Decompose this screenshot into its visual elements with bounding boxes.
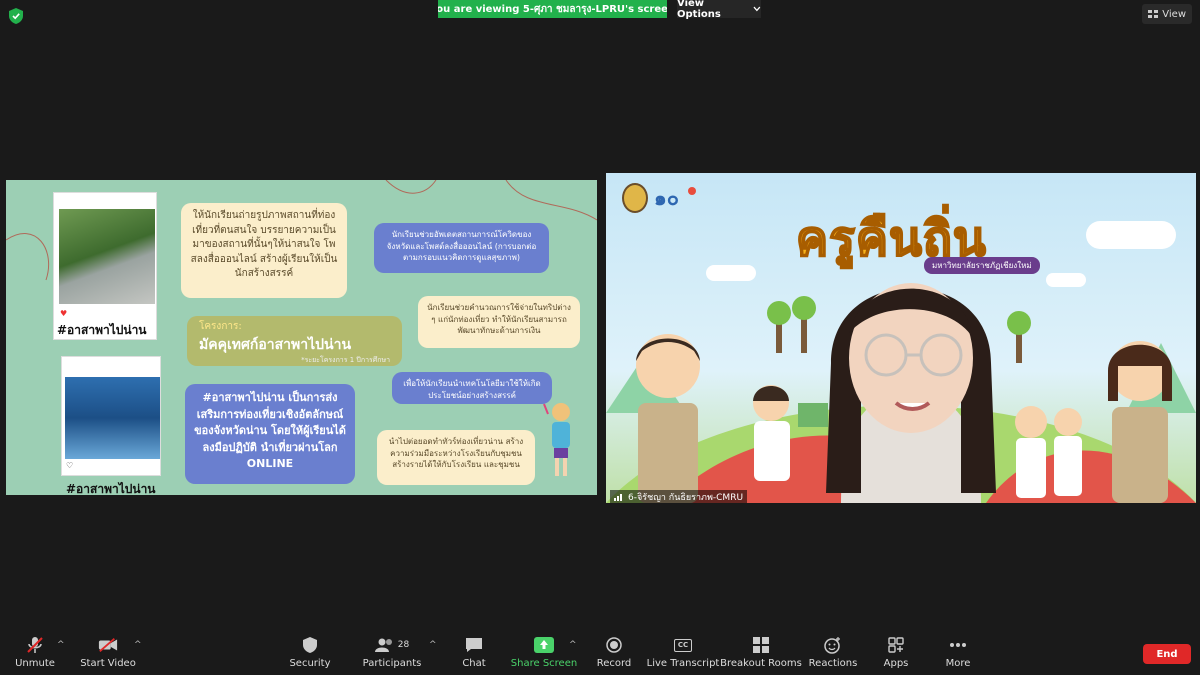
participant-video-tile[interactable]: ๑๐ ครูคืนถิ่น มหาวิทยาลัยราชภัฏเชียงใหม่ bbox=[606, 173, 1196, 503]
end-label: End bbox=[1156, 648, 1178, 660]
cloud-shape bbox=[706, 265, 756, 281]
polaroid-photo-top: ♥ #อาสาพาไปน่าน bbox=[53, 192, 157, 340]
cartoon-teacher-female-icon bbox=[1108, 341, 1172, 503]
record-label: Record bbox=[596, 658, 632, 669]
participant-name: 6-จิรัชญา กันธิยราภพ-CMRU bbox=[628, 492, 744, 503]
end-meeting-button[interactable]: End bbox=[1143, 644, 1191, 664]
project-duration: *ระยะโครงการ 1 ปีการศึกษา bbox=[301, 355, 390, 364]
intro-box: ให้นักเรียนถ่ายรูปภาพสถานที่ท่องเที่ยวที… bbox=[181, 203, 347, 298]
view-options-button[interactable]: View Options bbox=[677, 0, 761, 20]
heart-outline-icon: ♡ bbox=[66, 461, 74, 470]
microphone-muted-icon bbox=[27, 637, 43, 653]
video-camera-off-icon bbox=[98, 637, 118, 653]
security-label: Security bbox=[289, 658, 331, 669]
share-screen-arrow-icon bbox=[534, 637, 554, 653]
live-transcript-label: Live Transcript bbox=[646, 658, 720, 669]
start-video-label: Start Video bbox=[80, 658, 136, 669]
signal-strength-icon bbox=[614, 493, 622, 501]
participant-name-tag: 6-จิรัชญา กันธิยราภพ-CMRU bbox=[610, 490, 748, 503]
blue-room-photo bbox=[65, 377, 160, 459]
participants-count: 28 bbox=[397, 640, 410, 650]
polaroid-top-caption: #อาสาพาไปน่าน bbox=[57, 323, 147, 337]
security-shield-icon bbox=[303, 637, 317, 653]
unmute-label: Unmute bbox=[15, 658, 55, 669]
heart-icon: ♥ bbox=[60, 309, 68, 318]
apps-icon bbox=[888, 637, 904, 653]
tour-box: นำไปต่อยอดทำทัวร์ท่องเที่ยวน่าน สร้างควา… bbox=[377, 430, 535, 485]
cartoon-students-right-icon bbox=[1015, 406, 1082, 498]
record-icon bbox=[606, 637, 622, 653]
project-box: โครงการ: มัคคุเทศก์อาสาพาไปน่าน *ระยะโคร… bbox=[187, 316, 402, 366]
project-label: โครงการ: bbox=[199, 321, 242, 332]
security-button[interactable]: Security bbox=[265, 636, 355, 669]
more-dots-icon bbox=[950, 643, 966, 647]
polaroid-bottom-caption: #อาสาพาไปน่าน bbox=[66, 482, 156, 495]
zoom-meeting-window: You are viewing 5-ศุภา ชมลารุง-LPRU's sc… bbox=[0, 0, 1200, 675]
more-button[interactable]: More bbox=[913, 636, 1003, 669]
view-label: View bbox=[1162, 8, 1186, 20]
cartoon-teacher-male-icon bbox=[636, 334, 700, 503]
chat-label: Chat bbox=[462, 658, 486, 669]
meeting-toolbar: Unmute ^ Start Video ^ Security 28 Parti… bbox=[0, 630, 1200, 675]
girl-illustration-icon bbox=[543, 403, 570, 476]
breakout-rooms-grid-icon bbox=[753, 637, 769, 653]
cloud-shape bbox=[1086, 221, 1176, 249]
university-seal-icon bbox=[622, 183, 648, 213]
more-label: More bbox=[945, 658, 971, 669]
shared-screen[interactable]: ♥ #อาสาพาไปน่าน ♡ #อาสาพาไปน่าน ให้นักเร… bbox=[6, 180, 597, 495]
smiley-plus-icon bbox=[824, 637, 840, 654]
apps-label: Apps bbox=[883, 658, 909, 669]
encryption-shield-icon[interactable] bbox=[9, 8, 23, 24]
viewing-screen-text: You are viewing 5-ศุภา ชมลารุง-LPRU's sc… bbox=[438, 3, 667, 15]
covid-update-box: นักเรียนช่วยอัพเดตสถานการณ์โควิดของจังหว… bbox=[374, 223, 549, 273]
cartoon-students-icon bbox=[753, 385, 828, 481]
participants-label: Participants bbox=[362, 658, 422, 669]
chevron-down-icon bbox=[753, 6, 761, 12]
road-photo bbox=[59, 209, 155, 304]
technology-box: เพื่อให้นักเรียนนำเทคโนโลยีมาใช้ให้เกิดป… bbox=[392, 372, 552, 404]
live-transcript-button[interactable]: CC Live Transcript bbox=[638, 636, 728, 669]
participants-button[interactable]: 28 Participants bbox=[347, 636, 437, 669]
closed-caption-icon: CC bbox=[674, 638, 692, 652]
share-screen-label: Share Screen bbox=[510, 658, 578, 669]
svg-text:๑๐: ๑๐ bbox=[654, 186, 679, 210]
polaroid-photo-bottom: ♡ bbox=[61, 356, 161, 476]
project-title: มัคคุเทศก์อาสาพาไปน่าน bbox=[199, 336, 352, 353]
chat-bubble-icon bbox=[466, 638, 482, 652]
hashtag-box: #อาสาพาไปน่าน เป็นการส่งเสริมการท่องเที่… bbox=[185, 384, 355, 484]
cloud-shape bbox=[1046, 273, 1086, 287]
budget-box: นักเรียนช่วยคำนวณการใช้จ่ายในทริปต่าง ๆ … bbox=[418, 296, 580, 348]
view-options-label: View Options bbox=[677, 0, 721, 20]
viewing-screen-banner: You are viewing 5-ศุภา ชมลารุง-LPRU's sc… bbox=[438, 0, 667, 18]
participants-icon bbox=[374, 638, 392, 652]
anniversary-logo-icon: ๑๐ bbox=[654, 186, 696, 210]
video-options-chevron-icon[interactable]: ^ bbox=[134, 640, 142, 650]
grid-view-icon bbox=[1148, 10, 1159, 18]
view-button[interactable]: View bbox=[1142, 4, 1192, 24]
